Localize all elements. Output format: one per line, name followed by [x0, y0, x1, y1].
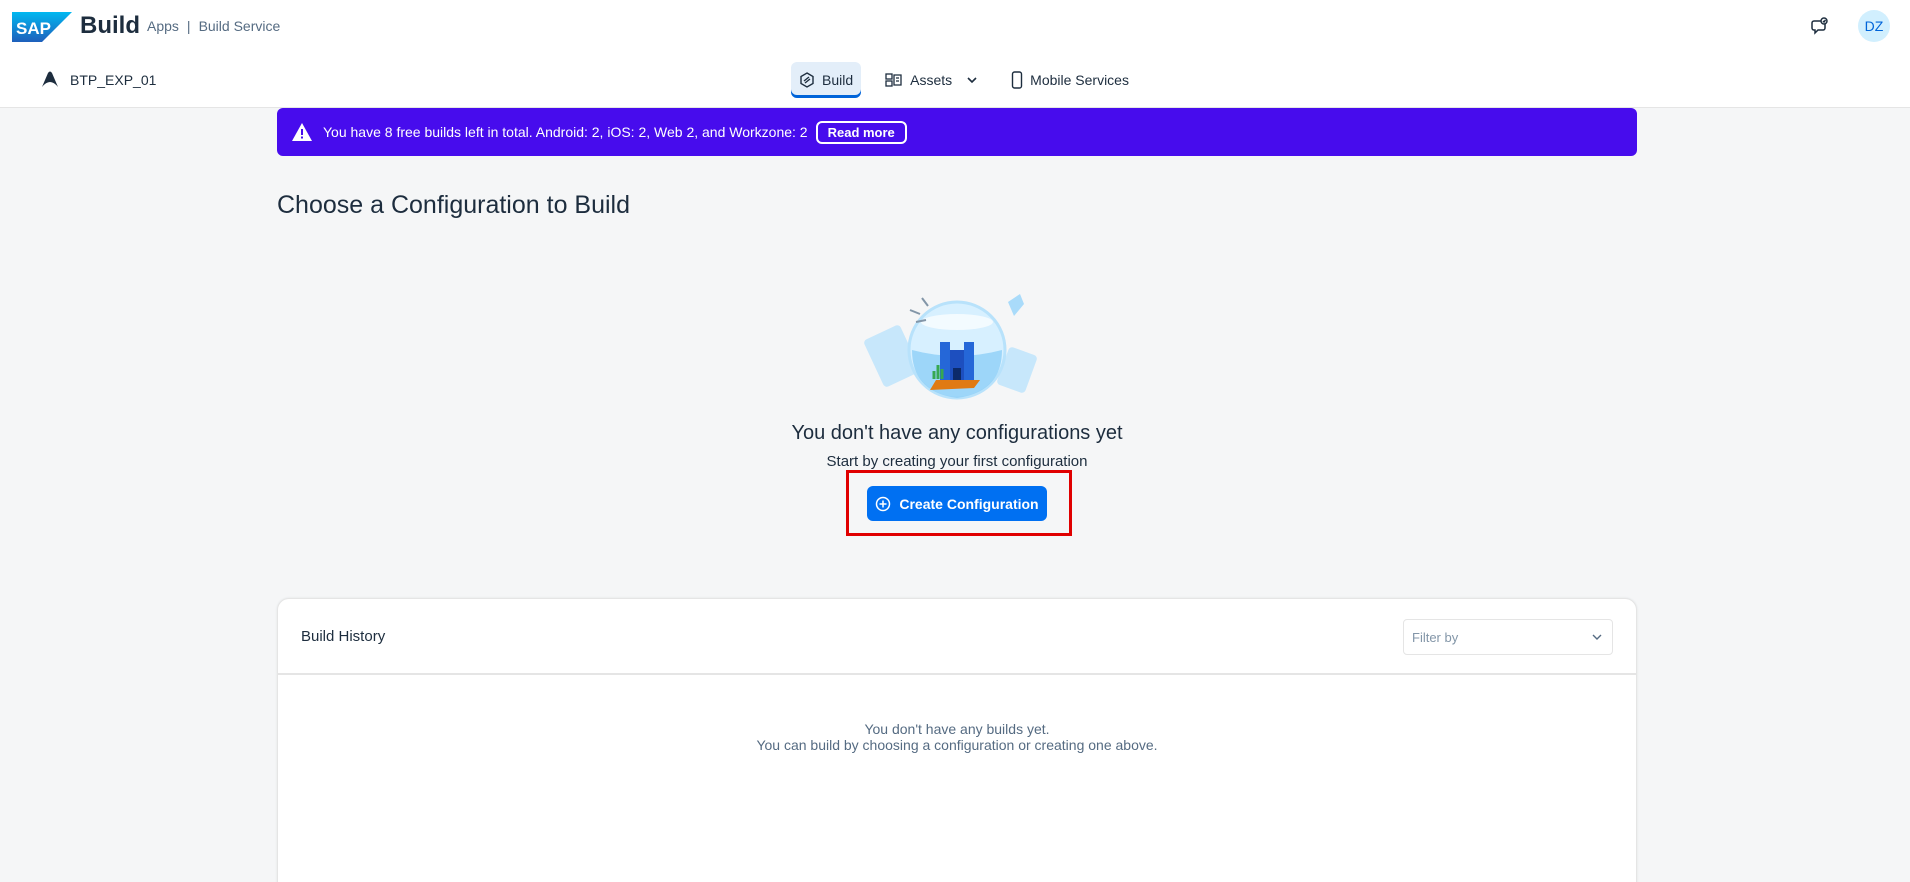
assets-icon [885, 73, 902, 87]
warning-icon [292, 123, 312, 141]
add-circle-icon [876, 496, 891, 511]
sub-header: BTP_EXP_01 Build Assets Mobile Services [0, 52, 1910, 108]
mobile-icon [1011, 71, 1023, 89]
chevron-down-icon [967, 77, 977, 84]
feedback-icon[interactable] [1804, 10, 1836, 42]
create-configuration-label: Create Configuration [899, 495, 1039, 512]
fishbowl-castle-illustration [864, 294, 1037, 400]
empty-state-title: You don't have any configurations yet [791, 422, 1123, 444]
shell-actions: DZ [1804, 10, 1890, 42]
filter-by-select[interactable]: Filter by [1403, 619, 1613, 655]
tab-bar: Build Assets Mobile Services [791, 62, 1137, 98]
breadcrumb-item-apps[interactable]: Apps [147, 18, 179, 34]
empty-state: You don't have any configurations yet St… [577, 280, 1337, 470]
shell-bar: SAP Build Apps | Build Service DZ [0, 0, 1910, 52]
project-logo-icon [42, 71, 58, 87]
build-history-empty-line1: You don't have any builds yet. [864, 721, 1050, 737]
build-history-empty-line2: You can build by choosing a configuratio… [756, 737, 1158, 753]
create-configuration-button[interactable]: Create Configuration [867, 486, 1047, 521]
build-history-header: Build History Filter by [278, 599, 1636, 675]
avatar[interactable]: DZ [1858, 10, 1890, 42]
tab-build-label: Build [822, 72, 854, 88]
build-history-title: Build History [301, 628, 386, 645]
build-history-card: Build History Filter by You don't have a… [277, 598, 1637, 882]
svg-text:SAP: SAP [16, 19, 51, 38]
tab-mobile-services[interactable]: Mobile Services [1003, 62, 1137, 98]
product-name[interactable]: Build [80, 12, 140, 40]
page-title: Choose a Configuration to Build [277, 191, 631, 219]
tab-assets[interactable]: Assets [877, 62, 987, 98]
empty-state-subtitle: Start by creating your first configurati… [826, 453, 1088, 470]
free-builds-banner: You have 8 free builds left in total. An… [277, 108, 1637, 156]
tab-assets-label: Assets [910, 72, 953, 88]
filter-by-placeholder: Filter by [1412, 629, 1459, 645]
breadcrumb-separator: | [186, 18, 191, 34]
banner-text: You have 8 free builds left in total. An… [323, 124, 808, 140]
sap-logo[interactable]: SAP [12, 12, 72, 42]
project-selector[interactable]: BTP_EXP_01 [40, 70, 156, 90]
read-more-button[interactable]: Read more [815, 120, 907, 144]
breadcrumb-item-build-service[interactable]: Build Service [199, 18, 281, 34]
project-name: BTP_EXP_01 [70, 72, 157, 88]
build-history-empty: You don't have any builds yet. You can b… [278, 721, 1636, 753]
build-icon [800, 72, 814, 88]
tab-mobile-services-label: Mobile Services [1030, 72, 1129, 88]
breadcrumb: Apps | Build Service [147, 18, 280, 34]
chevron-down-icon [1592, 634, 1602, 640]
tab-build[interactable]: Build [791, 62, 862, 98]
